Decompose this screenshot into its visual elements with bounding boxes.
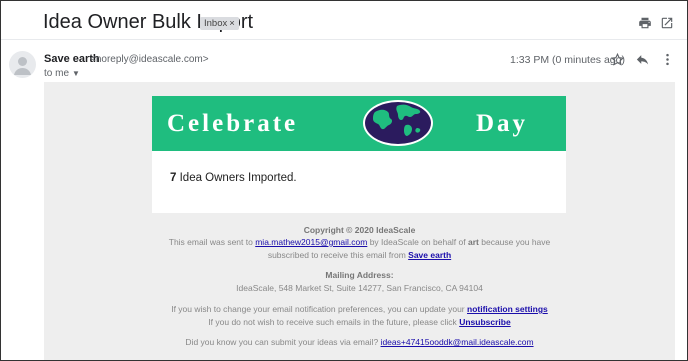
message-card: 7 Idea Owners Imported. (152, 151, 566, 213)
inbox-label[interactable]: Inbox × (200, 17, 239, 30)
header-divider (1, 39, 687, 40)
banner-text-left: Celebrate (167, 110, 299, 137)
subscribed-line: subscribed to receive this email from Sa… (44, 250, 675, 261)
unsubscribe-prefix: If you do not wish to receive such email… (208, 317, 457, 327)
inbox-label-text: Inbox (204, 18, 228, 29)
copyright-text: Copyright © 2020 IdeaScale (303, 225, 416, 235)
copyright-line: Copyright © 2020 IdeaScale (44, 225, 675, 236)
recipient-text: to me (44, 68, 70, 79)
imported-count-text: Idea Owners Imported. (179, 172, 297, 184)
notification-line: If you wish to change your email notific… (44, 304, 675, 315)
chevron-down-icon[interactable]: ▼ (72, 69, 80, 78)
mailing-address-text: IdeaScale, 548 Market St, Suite 14277, S… (236, 283, 483, 293)
email-window: Idea Owner Bulk Import Inbox × Save earth… (0, 0, 688, 361)
sent-org: art (468, 237, 479, 247)
unsubscribe-line: If you do not wish to receive such email… (44, 317, 675, 328)
sent-to-line: This email was sent to mia.mathew2015@gm… (44, 237, 675, 248)
banner-text-right: Day (476, 110, 529, 137)
import-summary: 7 Idea Owners Imported. (170, 172, 297, 184)
subject-row: Idea Owner Bulk Import Inbox × (1, 1, 687, 39)
star-icon[interactable] (610, 52, 625, 67)
sent-mid: by IdeaScale on behalf of (369, 237, 466, 247)
imported-count: 7 (170, 172, 177, 184)
open-in-new-window-icon[interactable] (660, 16, 674, 30)
unsubscribe-link[interactable]: Unsubscribe (459, 317, 511, 327)
timestamp: 1:33 PM (0 minutes ago) (510, 54, 625, 66)
notification-prefix: If you wish to change your email notific… (171, 304, 465, 314)
submit-prefix: Did you know you can submit your ideas v… (185, 337, 379, 347)
mailing-address: IdeaScale, 548 Market St, Suite 14277, S… (44, 283, 675, 294)
remove-label-icon[interactable]: × (229, 18, 235, 29)
recipient-details[interactable]: to me ▼ (44, 68, 80, 79)
mailing-label-text: Mailing Address: (325, 270, 394, 280)
recipient-email-link[interactable]: mia.mathew2015@gmail.com (255, 237, 367, 247)
notification-settings-link[interactable]: notification settings (467, 304, 548, 314)
globe-icon (363, 100, 433, 146)
submit-ideas-line: Did you know you can submit your ideas v… (44, 337, 675, 348)
mailing-label: Mailing Address: (44, 270, 675, 281)
subscribed-prefix: subscribed to receive this email from (267, 250, 406, 260)
submit-ideas-email-link[interactable]: ideas+47415ooddk@mail.ideascale.com (381, 337, 534, 347)
celebrate-banner: Celebrate Day (152, 96, 566, 151)
sent-suffix: because you have (481, 237, 551, 247)
print-icon[interactable] (638, 16, 652, 30)
avatar-icon (14, 57, 31, 75)
community-link[interactable]: Save earth (408, 250, 451, 260)
sent-prefix: This email was sent to (168, 237, 253, 247)
more-vertical-icon[interactable] (660, 52, 675, 67)
email-body: Celebrate Day 7 Idea Owners Imported. Co… (44, 82, 675, 360)
reply-icon[interactable] (635, 52, 650, 67)
avatar[interactable] (9, 51, 36, 78)
sender-email: <noreply@ideascale.com> (90, 54, 209, 65)
